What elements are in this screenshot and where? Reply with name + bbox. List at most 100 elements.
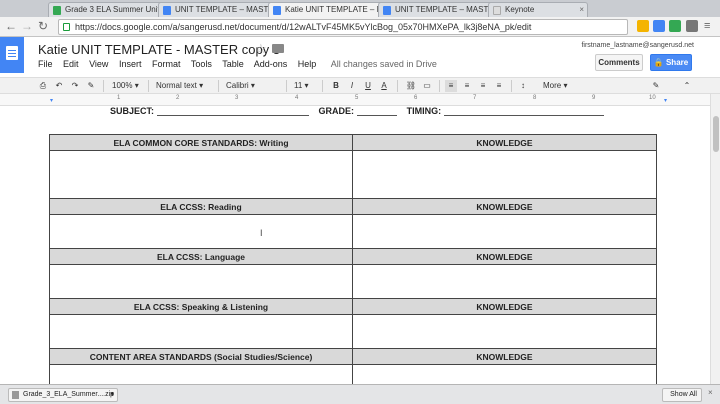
table-row xyxy=(49,314,657,349)
more-button[interactable]: More ▾ xyxy=(543,80,567,92)
print-icon[interactable]: ⎙ xyxy=(37,80,49,92)
document-title[interactable]: Katie UNIT TEMPLATE - MASTER copy 3 xyxy=(38,42,280,57)
menu-view[interactable]: View xyxy=(89,59,108,69)
subject-blank[interactable] xyxy=(156,108,309,116)
redo-icon[interactable]: ↷ xyxy=(69,80,81,92)
forward-icon[interactable]: → xyxy=(21,20,33,33)
align-center-icon[interactable]: ≡ xyxy=(461,80,473,92)
chrome-menu-icon[interactable]: ≡ xyxy=(704,20,710,33)
collapse-icon[interactable]: ⌃ xyxy=(681,80,693,92)
right-indent-icon[interactable]: ▾ xyxy=(664,97,667,104)
left-indent-icon[interactable]: ▾ xyxy=(50,97,53,104)
download-item[interactable]: Grade_3_ELA_Summer....zip ▾ xyxy=(8,388,118,402)
table-cell[interactable]: KNOWLEDGE xyxy=(352,348,657,365)
menu-addons[interactable]: Add-ons xyxy=(254,59,288,69)
ruler-label: 5 xyxy=(355,95,359,101)
table-cell[interactable] xyxy=(49,314,353,349)
vertical-scrollbar[interactable] xyxy=(710,94,720,384)
table-cell[interactable]: KNOWLEDGE xyxy=(352,298,657,315)
table-cell[interactable]: ELA CCSS: Speaking & Listening xyxy=(49,298,353,315)
chevron-down-icon[interactable]: ▾ xyxy=(110,389,114,401)
table-cell[interactable]: ELA CCSS: Language xyxy=(49,248,353,265)
table-cell[interactable] xyxy=(352,264,657,299)
font-select[interactable]: Calibri ▾ xyxy=(226,80,255,92)
table-cell[interactable] xyxy=(352,150,657,199)
browser-tab[interactable]: UNIT TEMPLATE – MASTER × xyxy=(158,2,276,17)
more-label: More xyxy=(543,81,562,90)
bold-button[interactable]: B xyxy=(330,80,342,92)
paint-format-icon[interactable]: ✎ xyxy=(85,80,97,92)
table-cell[interactable]: ELA CCSS: Reading xyxy=(49,198,353,215)
menu-file[interactable]: File xyxy=(38,59,53,69)
star-icon[interactable]: ☆ xyxy=(255,41,267,57)
browser-tab[interactable]: UNIT TEMPLATE – MASTER × xyxy=(378,2,496,17)
table-cell[interactable]: KNOWLEDGE xyxy=(352,248,657,265)
browser-tab[interactable]: Keynote × xyxy=(488,2,588,17)
link-icon[interactable]: ⛓ xyxy=(405,80,417,92)
undo-icon[interactable]: ↶ xyxy=(53,80,65,92)
table-cell[interactable] xyxy=(352,364,657,384)
table-cell[interactable] xyxy=(49,214,353,249)
back-icon[interactable]: ← xyxy=(5,20,17,33)
browser-tab[interactable]: Grade 3 ELA Summer Unit × xyxy=(48,2,166,17)
folder-icon[interactable] xyxy=(272,44,284,53)
table-cell[interactable] xyxy=(352,314,657,349)
user-email[interactable]: firstname_lastname@sangerusd.net xyxy=(581,42,694,49)
extension-icon[interactable] xyxy=(686,20,698,32)
url-text: https://docs.google.com/a/sangerusd.net/… xyxy=(75,22,532,32)
timing-blank[interactable] xyxy=(443,108,604,116)
italic-button[interactable]: I xyxy=(346,80,358,92)
menu-format[interactable]: Format xyxy=(152,59,181,69)
table-cell[interactable]: ELA COMMON CORE STANDARDS: Writing xyxy=(49,134,353,151)
table-cell[interactable]: KNOWLEDGE xyxy=(352,198,657,215)
scrollbar-thumb[interactable] xyxy=(713,116,719,152)
extension-icon[interactable] xyxy=(669,20,681,32)
share-button[interactable]: 🔒 Share xyxy=(650,54,692,71)
menu-tools[interactable]: Tools xyxy=(191,59,212,69)
ruler-label: 7 xyxy=(473,95,477,101)
drive-favicon-icon xyxy=(53,6,61,15)
line-spacing-icon[interactable]: ↕ xyxy=(517,80,529,92)
align-left-icon[interactable]: ≡ xyxy=(445,80,457,92)
ruler[interactable]: 1 2 3 4 5 6 7 8 9 10 ▾ ▾ xyxy=(0,94,710,106)
drive-extension-icon[interactable] xyxy=(653,20,665,32)
grade-blank[interactable] xyxy=(356,108,397,116)
menu-table[interactable]: Table xyxy=(222,59,244,69)
comment-icon[interactable]: ▭ xyxy=(421,80,433,92)
save-status[interactable]: All changes saved in Drive xyxy=(331,59,437,69)
underline-button[interactable]: U xyxy=(362,80,374,92)
menu-insert[interactable]: Insert xyxy=(119,59,142,69)
ruler-label: 4 xyxy=(295,95,299,101)
star-bookmark-icon[interactable] xyxy=(637,20,649,32)
ruler-label: 2 xyxy=(176,95,180,101)
table-cell[interactable] xyxy=(352,214,657,249)
browser-tab-active[interactable]: Katie UNIT TEMPLATE – M × xyxy=(268,2,386,17)
zoom-select[interactable]: 100% ▾ xyxy=(112,80,139,92)
close-tab-icon[interactable]: × xyxy=(579,5,584,14)
table-cell[interactable] xyxy=(49,264,353,299)
table-cell[interactable]: KNOWLEDGE xyxy=(352,134,657,151)
style-select[interactable]: Normal text ▾ xyxy=(156,80,203,92)
show-all-button[interactable]: Show All xyxy=(662,388,702,402)
docs-home-icon[interactable] xyxy=(0,37,24,73)
font-value: Calibri xyxy=(226,81,249,90)
menu-help[interactable]: Help xyxy=(298,59,317,69)
table-cell[interactable] xyxy=(49,150,353,199)
show-all-label: Show All xyxy=(670,391,697,398)
docs-favicon-icon xyxy=(273,6,281,15)
close-icon[interactable]: × xyxy=(708,388,713,397)
font-size-select[interactable]: 11 ▾ xyxy=(294,80,309,92)
docs-favicon-icon xyxy=(163,6,171,15)
document-canvas[interactable]: SUBJECT: GRADE: TIMING: ELA COMMON CORE … xyxy=(0,106,710,384)
table-cell[interactable]: CONTENT AREA STANDARDS (Social Studies/S… xyxy=(49,348,353,365)
menu-edit[interactable]: Edit xyxy=(63,59,79,69)
reload-icon[interactable]: ↻ xyxy=(38,20,48,33)
tab-label: Grade 3 ELA Summer Unit xyxy=(65,5,160,14)
table-cell[interactable] xyxy=(49,364,353,384)
editing-pen-icon[interactable]: ✎ xyxy=(650,80,662,92)
align-justify-icon[interactable]: ≡ xyxy=(493,80,505,92)
address-bar[interactable]: https://docs.google.com/a/sangerusd.net/… xyxy=(58,19,628,35)
text-color-button[interactable]: A xyxy=(378,80,390,92)
comments-button[interactable]: Comments xyxy=(595,54,643,71)
align-right-icon[interactable]: ≡ xyxy=(477,80,489,92)
